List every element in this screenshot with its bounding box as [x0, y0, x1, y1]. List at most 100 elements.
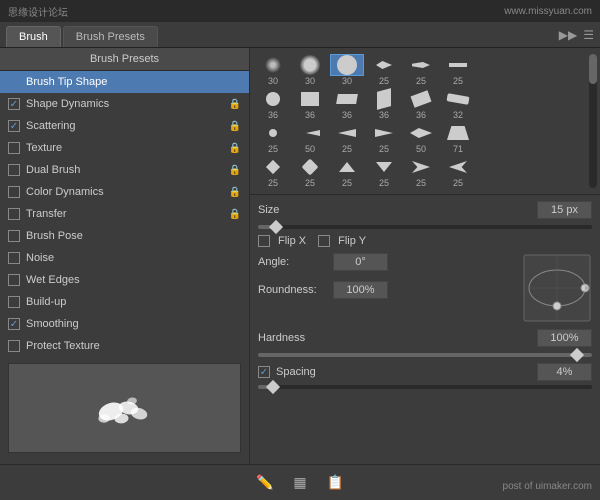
build-up-checkbox[interactable]	[8, 296, 20, 308]
grid-scrollbar-thumb[interactable]	[589, 54, 597, 84]
sidebar-item-shape-dynamics[interactable]: Shape Dynamics 🔒	[0, 93, 249, 115]
hardness-slider-thumb[interactable]	[570, 348, 584, 362]
brush-cell[interactable]: 25	[441, 156, 475, 188]
brush-cell-selected[interactable]: 30	[330, 54, 364, 86]
grid-scrollbar[interactable]	[589, 54, 597, 188]
noise-checkbox[interactable]	[8, 252, 20, 264]
brush-size: 36	[268, 110, 278, 120]
spacing-slider-thumb[interactable]	[266, 380, 280, 394]
sidebar-item-build-up[interactable]: Build-up	[0, 291, 249, 313]
brush-shape	[296, 122, 324, 144]
brush-cell[interactable]: 36	[256, 88, 290, 120]
brush-cell[interactable]: 25	[367, 54, 401, 86]
color-dynamics-checkbox[interactable]	[8, 186, 20, 198]
sidebar-item-color-dynamics[interactable]: Color Dynamics 🔒	[0, 181, 249, 203]
sidebar-item-texture[interactable]: Texture 🔒	[0, 137, 249, 159]
roundness-value[interactable]: 100%	[333, 281, 388, 299]
size-slider[interactable]	[258, 225, 592, 229]
angle-dial[interactable]	[522, 253, 592, 323]
tab-icons: ▶▶ ☰	[559, 28, 594, 46]
brush-cell[interactable]: 36	[293, 88, 327, 120]
angle-controls: Angle: 0° Roundness: 100%	[258, 253, 514, 323]
tool-icon-1[interactable]: ✏️	[252, 470, 277, 495]
brush-size: 30	[342, 76, 352, 86]
hardness-row: Hardness 100%	[258, 329, 592, 347]
forward-icon[interactable]: ▶▶	[559, 28, 577, 42]
flip-y-checkbox[interactable]	[318, 235, 330, 247]
dial-container[interactable]	[522, 253, 592, 323]
texture-checkbox[interactable]	[8, 142, 20, 154]
sidebar-item-noise[interactable]: Noise	[0, 247, 249, 269]
hardness-slider-track[interactable]	[258, 353, 592, 357]
spacing-checkbox[interactable]	[258, 366, 270, 378]
brush-cell[interactable]: 71	[441, 122, 475, 154]
tool-icon-2[interactable]: ▦	[289, 470, 310, 495]
color-dynamics-label: Color Dynamics	[26, 186, 229, 198]
spacing-value[interactable]: 4%	[537, 363, 592, 381]
brush-cell[interactable]: 32	[441, 88, 475, 120]
size-value[interactable]: 15 px	[537, 201, 592, 219]
noise-label: Noise	[26, 252, 241, 264]
brush-cell[interactable]: 25	[330, 156, 364, 188]
menu-icon[interactable]: ☰	[583, 28, 594, 42]
tab-brush-presets[interactable]: Brush Presets	[63, 26, 158, 47]
tool-icon-3[interactable]: 📋	[323, 470, 348, 495]
spacing-row: Spacing 4%	[258, 363, 592, 381]
smoothing-label: Smoothing	[26, 318, 241, 330]
hardness-value[interactable]: 100%	[537, 329, 592, 347]
brush-pose-checkbox[interactable]	[8, 230, 20, 242]
transfer-lock-icon: 🔒	[229, 209, 241, 220]
brush-cell[interactable]: 36	[404, 88, 438, 120]
brush-cell[interactable]: 30	[256, 54, 290, 86]
brush-cell[interactable]: 25	[441, 54, 475, 86]
protect-texture-checkbox[interactable]	[8, 340, 20, 352]
sidebar-item-smoothing[interactable]: Smoothing	[0, 313, 249, 335]
tab-brush[interactable]: Brush	[6, 26, 61, 47]
sidebar-item-wet-edges[interactable]: Wet Edges	[0, 269, 249, 291]
brush-size: 32	[453, 110, 463, 120]
bottom-toolbar: ✏️ ▦ 📋 post of uimaker.com	[0, 464, 600, 500]
sidebar-item-protect-texture[interactable]: Protect Texture	[0, 335, 249, 357]
transfer-checkbox[interactable]	[8, 208, 20, 220]
flip-x-checkbox[interactable]	[258, 235, 270, 247]
brush-cell[interactable]: 25	[256, 156, 290, 188]
brush-shape	[296, 88, 324, 110]
size-slider-track[interactable]	[258, 225, 592, 229]
hardness-slider[interactable]	[258, 353, 592, 357]
scattering-checkbox[interactable]	[8, 120, 20, 132]
brush-cell[interactable]: 25	[404, 54, 438, 86]
brush-cell[interactable]: 50	[404, 122, 438, 154]
brush-cell[interactable]: 36	[367, 88, 401, 120]
size-slider-thumb[interactable]	[269, 220, 283, 234]
brush-cell[interactable]: 25	[367, 122, 401, 154]
spacing-slider[interactable]	[258, 385, 592, 389]
sidebar-item-brush-pose[interactable]: Brush Pose	[0, 225, 249, 247]
brush-tip-shape-label: Brush Tip Shape	[26, 76, 241, 88]
brush-cell[interactable]: 25	[367, 156, 401, 188]
brush-cell[interactable]: 25	[293, 156, 327, 188]
brush-cell[interactable]: 25	[330, 122, 364, 154]
spacing-slider-track[interactable]	[258, 385, 592, 389]
sidebar-item-transfer[interactable]: Transfer 🔒	[0, 203, 249, 225]
sidebar-item-dual-brush[interactable]: Dual Brush 🔒	[0, 159, 249, 181]
brush-shape	[444, 54, 472, 76]
brush-size: 50	[416, 144, 426, 154]
smoothing-checkbox[interactable]	[8, 318, 20, 330]
brush-shape	[259, 156, 287, 178]
dual-brush-checkbox[interactable]	[8, 164, 20, 176]
brush-cell[interactable]: 25	[404, 156, 438, 188]
brush-cell[interactable]: 50	[293, 122, 327, 154]
flip-y-label: Flip Y	[338, 235, 366, 247]
brush-cell[interactable]: 25	[256, 122, 290, 154]
brush-cell[interactable]: 36	[330, 88, 364, 120]
angle-value[interactable]: 0°	[333, 253, 388, 271]
brush-cell[interactable]: 30	[293, 54, 327, 86]
shape-dynamics-checkbox[interactable]	[8, 98, 20, 110]
brush-shape	[444, 88, 472, 110]
brush-shape	[407, 54, 435, 76]
brush-size: 25	[379, 178, 389, 188]
sidebar-item-scattering[interactable]: Scattering 🔒	[0, 115, 249, 137]
sidebar: Brush Presets Brush Tip Shape Shape Dyna…	[0, 48, 250, 464]
wet-edges-checkbox[interactable]	[8, 274, 20, 286]
sidebar-item-brush-tip-shape[interactable]: Brush Tip Shape	[0, 71, 249, 93]
